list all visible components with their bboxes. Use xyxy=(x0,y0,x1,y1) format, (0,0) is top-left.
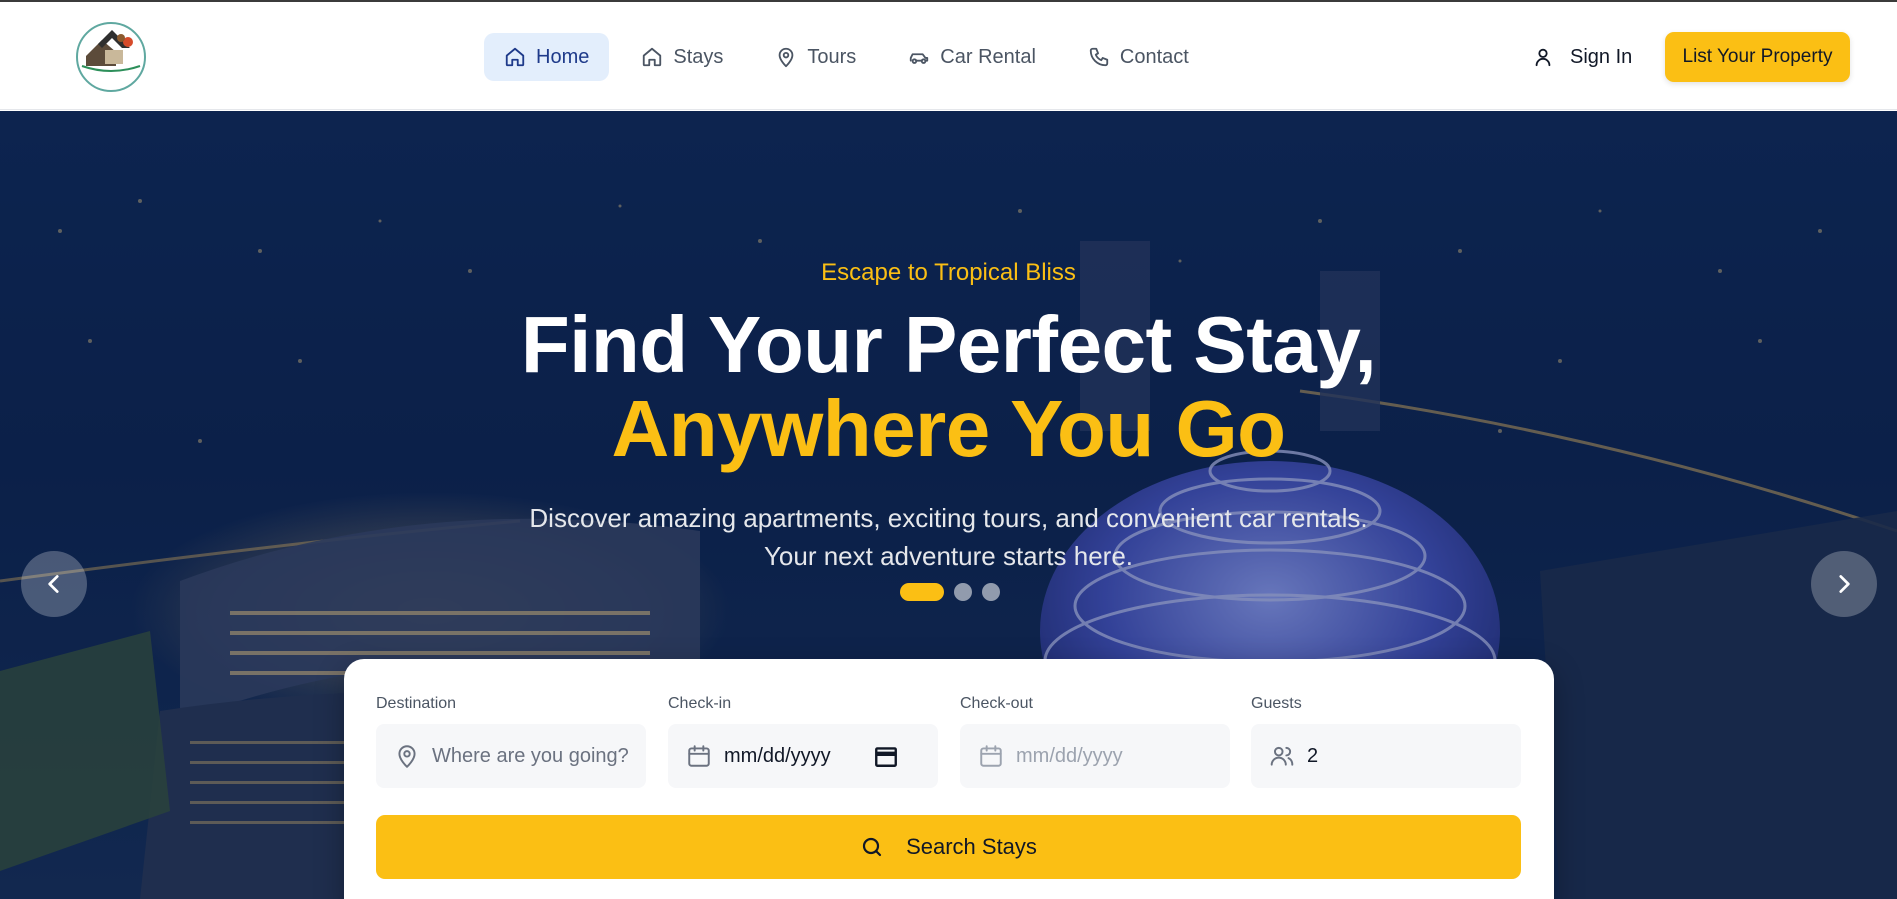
carousel-prev-button[interactable] xyxy=(21,551,87,617)
users-icon xyxy=(1270,746,1294,766)
hero-subtitle: Discover amazing apartments, exciting to… xyxy=(0,499,1897,575)
nav-item-tours[interactable]: Tours xyxy=(755,33,876,81)
search-card: Destination Where are you going? Check-i… xyxy=(344,659,1554,899)
home-icon xyxy=(505,47,525,67)
carousel-next-button[interactable] xyxy=(1811,551,1877,617)
chevron-left-icon xyxy=(48,575,59,593)
checkin-field: Check-in mm/dd/yyyy xyxy=(668,695,938,788)
hero-subtitle-line2: Your next adventure starts here. xyxy=(763,541,1134,571)
home-icon xyxy=(643,47,662,67)
hero-subtitle-line1: Discover amazing apartments, exciting to… xyxy=(529,503,1368,533)
checkin-label: Check-in xyxy=(668,695,732,712)
user-icon xyxy=(1535,48,1551,67)
hero-eyebrow: Escape to Tropical Bliss xyxy=(821,259,1076,286)
nav-item-label: Car Rental xyxy=(940,45,1036,68)
phone-icon xyxy=(1089,47,1109,67)
guests-field: Guests 2 xyxy=(1251,695,1521,788)
carousel-dot-3[interactable] xyxy=(982,583,1000,601)
chevron-right-icon xyxy=(1839,575,1850,593)
nav-item-label: Contact xyxy=(1119,45,1189,68)
checkin-input[interactable]: mm/dd/yyyy xyxy=(668,724,938,788)
calendar-picker-icon[interactable] xyxy=(873,743,899,769)
guests-input[interactable]: 2 xyxy=(1251,724,1521,788)
list-property-button[interactable]: List Your Property xyxy=(1665,32,1850,82)
checkout-placeholder: mm/dd/yyyy xyxy=(1016,744,1123,767)
map-pin-icon xyxy=(398,745,416,768)
nav-item-label: Tours xyxy=(807,45,857,68)
guests-value: 2 xyxy=(1307,744,1319,767)
search-stays-button[interactable]: Search Stays xyxy=(376,815,1521,879)
main-nav: Home Stays Tours Car Rental Contact xyxy=(484,33,1209,81)
search-stays-label: Search Stays xyxy=(906,834,1037,859)
calendar-icon xyxy=(688,745,710,767)
checkin-value: mm/dd/yyyy xyxy=(724,744,831,767)
sign-in-label: Sign In xyxy=(1570,45,1633,68)
destination-label: Destination xyxy=(376,695,457,712)
nav-item-label: Stays xyxy=(673,45,724,68)
destination-field: Destination Where are you going? xyxy=(376,695,646,788)
search-icon xyxy=(862,837,882,857)
hero-title-highlight: Anywhere You Go xyxy=(611,384,1286,473)
nav-item-contact[interactable]: Contact xyxy=(1068,33,1209,81)
hero-section: Escape to Tropical Bliss Find Your Perfe… xyxy=(0,111,1897,899)
carousel-dot-1[interactable] xyxy=(900,583,944,601)
brand-logo[interactable] xyxy=(72,20,150,94)
nav-item-home[interactable]: Home xyxy=(484,33,610,81)
destination-input[interactable]: Where are you going? xyxy=(376,724,646,788)
hero-title: Find Your Perfect Stay, xyxy=(520,300,1377,389)
site-header: Home Stays Tours Car Rental Contact Sign… xyxy=(0,2,1897,110)
checkout-input[interactable]: mm/dd/yyyy xyxy=(960,724,1230,788)
carousel-indicators xyxy=(900,583,1000,601)
checkout-label: Check-out xyxy=(960,695,1033,712)
guests-label: Guests xyxy=(1251,695,1302,712)
sign-in-link[interactable]: Sign In xyxy=(1522,33,1642,81)
nav-item-car-rental[interactable]: Car Rental xyxy=(888,33,1056,81)
car-icon xyxy=(910,53,929,64)
checkout-field: Check-out mm/dd/yyyy xyxy=(960,695,1230,788)
nav-item-stays[interactable]: Stays xyxy=(621,33,743,81)
calendar-icon xyxy=(980,745,1002,767)
destination-placeholder: Where are you going? xyxy=(432,744,629,767)
nav-item-label: Home xyxy=(536,45,590,68)
map-pin-icon xyxy=(779,47,794,68)
carousel-dot-2[interactable] xyxy=(954,583,972,601)
